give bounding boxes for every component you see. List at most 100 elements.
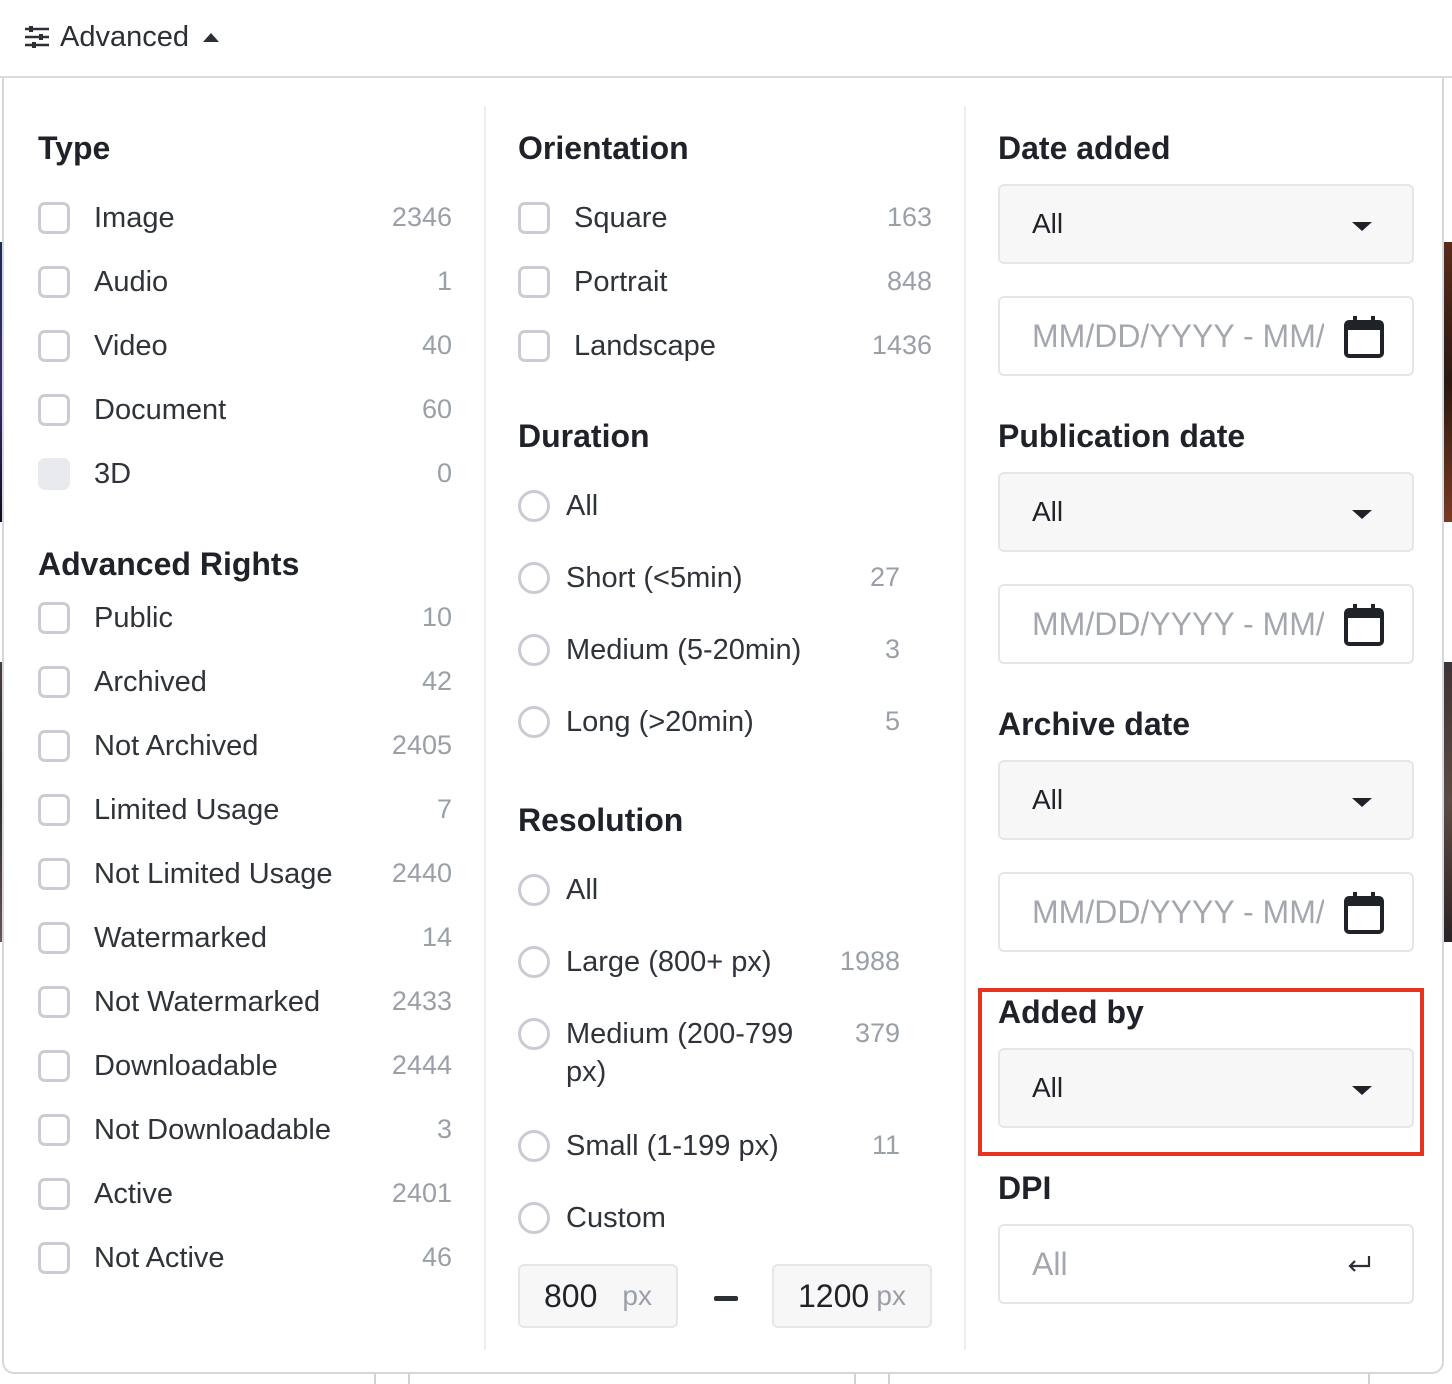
publication-date-select[interactable]: All [998, 472, 1414, 552]
type-option-image[interactable]: Image [38, 198, 175, 238]
resolution-option-large[interactable]: Large (800+ px) [518, 942, 772, 982]
option-count: 163 [886, 202, 932, 232]
radio-button[interactable] [518, 634, 550, 666]
date-added-select[interactable]: All [998, 184, 1414, 264]
archive-date-range-input[interactable]: MM/DD/YYYY - MM/DD/YYYY [998, 872, 1414, 952]
resolution-max-input[interactable]: 1200 px [772, 1264, 932, 1328]
radio-button[interactable] [518, 706, 550, 738]
advanced-label: Advanced [60, 20, 189, 53]
orientation-option-square[interactable]: Square [518, 198, 668, 238]
resolution-option-small[interactable]: Small (1-199 px) [518, 1126, 779, 1166]
rights-option-active[interactable]: Active [38, 1174, 173, 1214]
option-label: Portrait [574, 265, 668, 298]
radio-button[interactable] [518, 874, 550, 906]
resolution-option-custom[interactable]: Custom [518, 1198, 666, 1238]
resolution-option-all[interactable]: All [518, 870, 598, 910]
background-divider [408, 1374, 410, 1384]
advanced-filter-panel: Type Image 2346 Audio 1 Video 40 Documen… [2, 78, 1444, 1374]
checkbox[interactable] [38, 394, 70, 426]
checkbox[interactable] [38, 666, 70, 698]
rights-option-archived[interactable]: Archived [38, 662, 207, 702]
checkbox[interactable] [38, 858, 70, 890]
enter-icon[interactable] [1346, 1254, 1372, 1276]
unit-label: px [622, 1280, 652, 1311]
checkbox[interactable] [38, 330, 70, 362]
duration-option-medium[interactable]: Medium (5-20min) [518, 630, 801, 670]
checkbox[interactable] [38, 1050, 70, 1082]
option-label: Landscape [574, 329, 716, 362]
checkbox[interactable] [38, 266, 70, 298]
type-option-document[interactable]: Document [38, 390, 226, 430]
date-added-range-input[interactable]: MM/DD/YYYY - MM/DD/YYYY [998, 296, 1414, 376]
radio-button[interactable] [518, 562, 550, 594]
added-by-select[interactable]: All [998, 1048, 1414, 1128]
advanced-toggle-button[interactable]: Advanced [24, 18, 219, 56]
type-option-video[interactable]: Video [38, 326, 168, 366]
rights-option-not-limited-usage[interactable]: Not Limited Usage [38, 854, 333, 894]
calendar-icon[interactable] [1344, 316, 1384, 358]
added-by-title: Added by [998, 994, 1144, 1030]
date-placeholder: MM/DD/YYYY - MM/DD/YYYY [1032, 605, 1324, 642]
dpi-placeholder: All [1032, 1245, 1068, 1282]
radio-button[interactable] [518, 946, 550, 978]
resolution-option-medium[interactable]: Medium (200-799 [518, 1014, 793, 1054]
publication-date-range-input[interactable]: MM/DD/YYYY - MM/DD/YYYY [998, 584, 1414, 664]
calendar-icon[interactable] [1344, 892, 1384, 934]
option-count: 60 [421, 394, 452, 424]
type-option-audio[interactable]: Audio [38, 262, 168, 302]
checkbox[interactable] [38, 1114, 70, 1146]
rights-option-public[interactable]: Public [38, 598, 173, 638]
rights-option-not-archived[interactable]: Not Archived [38, 726, 258, 766]
calendar-icon[interactable] [1344, 604, 1384, 646]
duration-option-long[interactable]: Long (>20min) [518, 702, 754, 742]
radio-button[interactable] [518, 1018, 550, 1050]
option-label: Audio [94, 265, 169, 298]
rights-option-watermarked[interactable]: Watermarked [38, 918, 267, 958]
type-option-3d: 3D [38, 454, 131, 494]
option-label: Not Archived [94, 729, 259, 762]
rights-option-downloadable[interactable]: Downloadable [38, 1046, 278, 1086]
select-value: All [1032, 208, 1064, 239]
duration-option-short[interactable]: Short (<5min) [518, 558, 742, 598]
option-label: All [566, 489, 599, 522]
radio-button[interactable] [518, 1202, 550, 1234]
orientation-option-portrait[interactable]: Portrait [518, 262, 667, 302]
checkbox[interactable] [38, 1242, 70, 1274]
radio-button[interactable] [518, 490, 550, 522]
option-label: Archived [94, 665, 207, 698]
rights-option-not-downloadable[interactable]: Not Downloadable [38, 1110, 331, 1150]
rights-option-limited-usage[interactable]: Limited Usage [38, 790, 279, 830]
filter-column-left: Type Image 2346 Audio 1 Video 40 Documen… [4, 106, 484, 1350]
resolution-min-input[interactable]: 800 px [518, 1264, 678, 1328]
radio-button[interactable] [518, 1130, 550, 1162]
rights-option-not-active[interactable]: Not Active [38, 1238, 225, 1278]
option-label: Active [94, 1177, 173, 1210]
checkbox[interactable] [518, 266, 550, 298]
checkbox[interactable] [38, 794, 70, 826]
checkbox[interactable] [518, 330, 550, 362]
option-count: 2401 [391, 1178, 452, 1208]
checkbox[interactable] [518, 202, 550, 234]
option-count: 2433 [391, 986, 452, 1016]
archive-date-select[interactable]: All [998, 760, 1414, 840]
option-count: 27 [869, 562, 900, 592]
option-label: Medium (200-799 [566, 1017, 794, 1050]
duration-option-all[interactable]: All [518, 486, 598, 526]
checkbox[interactable] [38, 986, 70, 1018]
checkbox[interactable] [38, 202, 70, 234]
option-count: 1436 [871, 330, 932, 360]
checkbox-disabled [38, 458, 70, 490]
rights-option-not-watermarked[interactable]: Not Watermarked [38, 982, 320, 1022]
range-separator [714, 1296, 738, 1301]
orientation-option-landscape[interactable]: Landscape [518, 326, 716, 366]
checkbox[interactable] [38, 602, 70, 634]
checkbox[interactable] [38, 1178, 70, 1210]
caret-down-icon [1352, 798, 1372, 807]
option-count: 0 [436, 458, 452, 488]
checkbox[interactable] [38, 730, 70, 762]
duration-section-title: Duration [518, 418, 650, 454]
option-count: 10 [421, 602, 452, 632]
dpi-input[interactable]: All [998, 1224, 1414, 1304]
checkbox[interactable] [38, 922, 70, 954]
option-label: Short (<5min) [566, 561, 743, 594]
